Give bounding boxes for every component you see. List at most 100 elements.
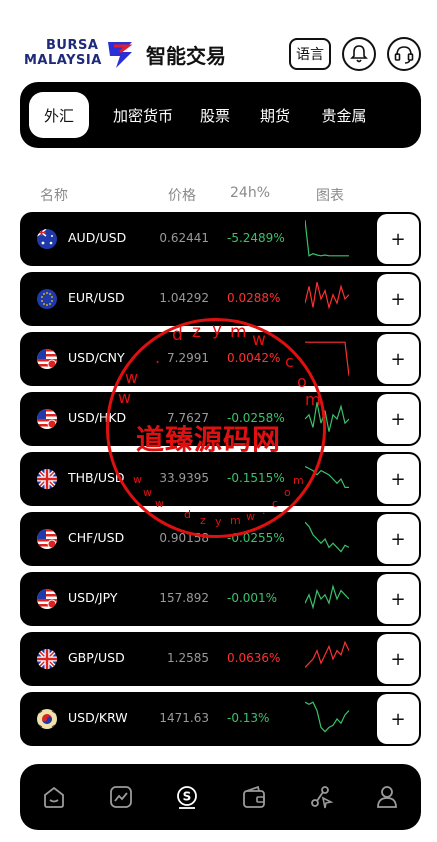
nav-markets[interactable] [107, 783, 135, 811]
sparkline-line [305, 282, 349, 310]
sparkline-chart [305, 584, 349, 610]
sparkline-chart [305, 521, 349, 553]
quote-row[interactable]: EUR/USD 1.04292 0.0288% + [20, 272, 421, 326]
price-value: 7.2991 [167, 351, 209, 365]
quote-row[interactable]: USD/CNY 7.2991 0.0042% + [20, 332, 421, 386]
change-percent: -5.2489% [227, 231, 285, 245]
price-value: 1.2585 [167, 651, 209, 665]
us-flag-icon [37, 589, 57, 609]
quote-row[interactable]: THB/USD 33.9395 -0.1515% + [20, 452, 421, 506]
quote-row[interactable]: CHF/USD 0.90158 -0.0255% + [20, 512, 421, 566]
tab-forex[interactable]: 外汇 [29, 92, 89, 138]
nav-home[interactable] [40, 783, 68, 811]
chart-icon [110, 786, 132, 808]
us-flag-icon [37, 349, 57, 369]
pair-symbol: THB/USD [68, 470, 125, 485]
sparkline-chart [305, 640, 349, 668]
price-value: 1.04292 [159, 291, 209, 305]
add-favorite-button[interactable]: + [377, 574, 419, 624]
change-percent: 0.0042% [227, 351, 281, 365]
nav-wallet[interactable] [240, 783, 268, 811]
headset-icon [394, 46, 414, 64]
app-title: 智能交易 [146, 44, 226, 68]
pair-symbol: USD/HKD [68, 410, 127, 425]
uk-flag-icon [37, 469, 57, 489]
pair-symbol: USD/KRW [68, 710, 128, 725]
bell-icon [350, 45, 368, 63]
pair-symbol: AUD/USD [68, 230, 127, 245]
price-value: 33.9395 [159, 471, 209, 485]
profile-icon [377, 786, 397, 808]
column-chart: 图表 [316, 188, 344, 204]
price-value: 0.62441 [159, 231, 209, 245]
sparkline-chart [305, 701, 349, 733]
pair-symbol: GBP/USD [68, 650, 125, 665]
sparkline-chart [305, 402, 349, 432]
column-name: 名称 [40, 188, 68, 204]
column-change: 24h% [230, 185, 270, 201]
tab-precious-metals[interactable]: 贵金属 [312, 92, 376, 138]
change-percent: -0.1515% [227, 471, 285, 485]
change-percent: -0.0258% [227, 411, 285, 425]
pair-symbol: USD/JPY [68, 590, 118, 605]
pair-symbol: CHF/USD [68, 530, 125, 545]
uk-flag-icon [37, 649, 57, 669]
notification-button[interactable] [342, 37, 376, 71]
add-favorite-button[interactable]: + [377, 694, 419, 744]
quote-row[interactable]: AUD/USD 0.62441 -5.2489% + [20, 212, 421, 266]
svg-text:S: S [183, 790, 192, 804]
nav-profile[interactable] [373, 783, 401, 811]
nav-trade[interactable]: S [173, 783, 201, 811]
bottom-nav: S [20, 764, 421, 830]
nav-share[interactable] [307, 783, 335, 811]
add-favorite-button[interactable]: + [377, 454, 419, 504]
pair-symbol: USD/CNY [68, 350, 125, 365]
support-button[interactable] [387, 37, 421, 71]
logo-mark-icon [108, 42, 133, 68]
wallet-icon [243, 785, 265, 808]
sparkline-line [305, 220, 349, 257]
sparkline-line [305, 465, 349, 488]
header: BURSA MALAYSIA 智能交易 语言 [0, 0, 437, 80]
share-icon [311, 786, 334, 809]
price-value: 0.90158 [159, 531, 209, 545]
trade-icon: S [177, 786, 197, 809]
change-percent: -0.13% [227, 711, 270, 725]
sparkline-line [305, 584, 349, 610]
sparkline-line [305, 521, 349, 553]
add-favorite-button[interactable]: + [377, 334, 419, 384]
tab-futures[interactable]: 期货 [250, 92, 300, 138]
pair-symbol: EUR/USD [68, 290, 125, 305]
sparkline-chart [305, 341, 349, 376]
sparkline-chart [305, 465, 349, 488]
sparkline-chart [305, 282, 349, 310]
quote-row[interactable]: USD/HKD 7.7627 -0.0258% + [20, 392, 421, 446]
change-percent: 0.0636% [227, 651, 281, 665]
sparkline-line [305, 341, 349, 376]
us-flag-icon [37, 529, 57, 549]
sparkline-line [305, 640, 349, 668]
language-button[interactable]: 语言 [289, 38, 331, 70]
price-value: 7.7627 [167, 411, 209, 425]
add-favorite-button[interactable]: + [377, 214, 419, 264]
tab-crypto[interactable]: 加密货币 [98, 92, 188, 138]
tab-stocks[interactable]: 股票 [190, 92, 240, 138]
us-flag-icon [37, 409, 57, 429]
quote-row[interactable]: USD/KRW 1471.63 -0.13% + [20, 692, 421, 746]
quote-row[interactable]: GBP/USD 1.2585 0.0636% + [20, 632, 421, 686]
sparkline-line [305, 701, 349, 733]
au-flag-icon [37, 229, 57, 249]
price-value: 1471.63 [159, 711, 209, 725]
add-favorite-button[interactable]: + [377, 394, 419, 444]
market-tabs: 外汇 加密货币 股票 期货 贵金属 [20, 82, 421, 148]
add-favorite-button[interactable]: + [377, 274, 419, 324]
sparkline-chart [305, 220, 349, 257]
bursa-malaysia-logo: BURSA MALAYSIA [24, 38, 136, 72]
price-value: 157.892 [159, 591, 209, 605]
add-favorite-button[interactable]: + [377, 514, 419, 564]
eu-flag-icon [37, 289, 57, 309]
quote-row[interactable]: USD/JPY 157.892 -0.001% + [20, 572, 421, 626]
add-favorite-button[interactable]: + [377, 634, 419, 684]
sparkline-line [305, 402, 349, 432]
column-price: 价格 [168, 188, 196, 204]
